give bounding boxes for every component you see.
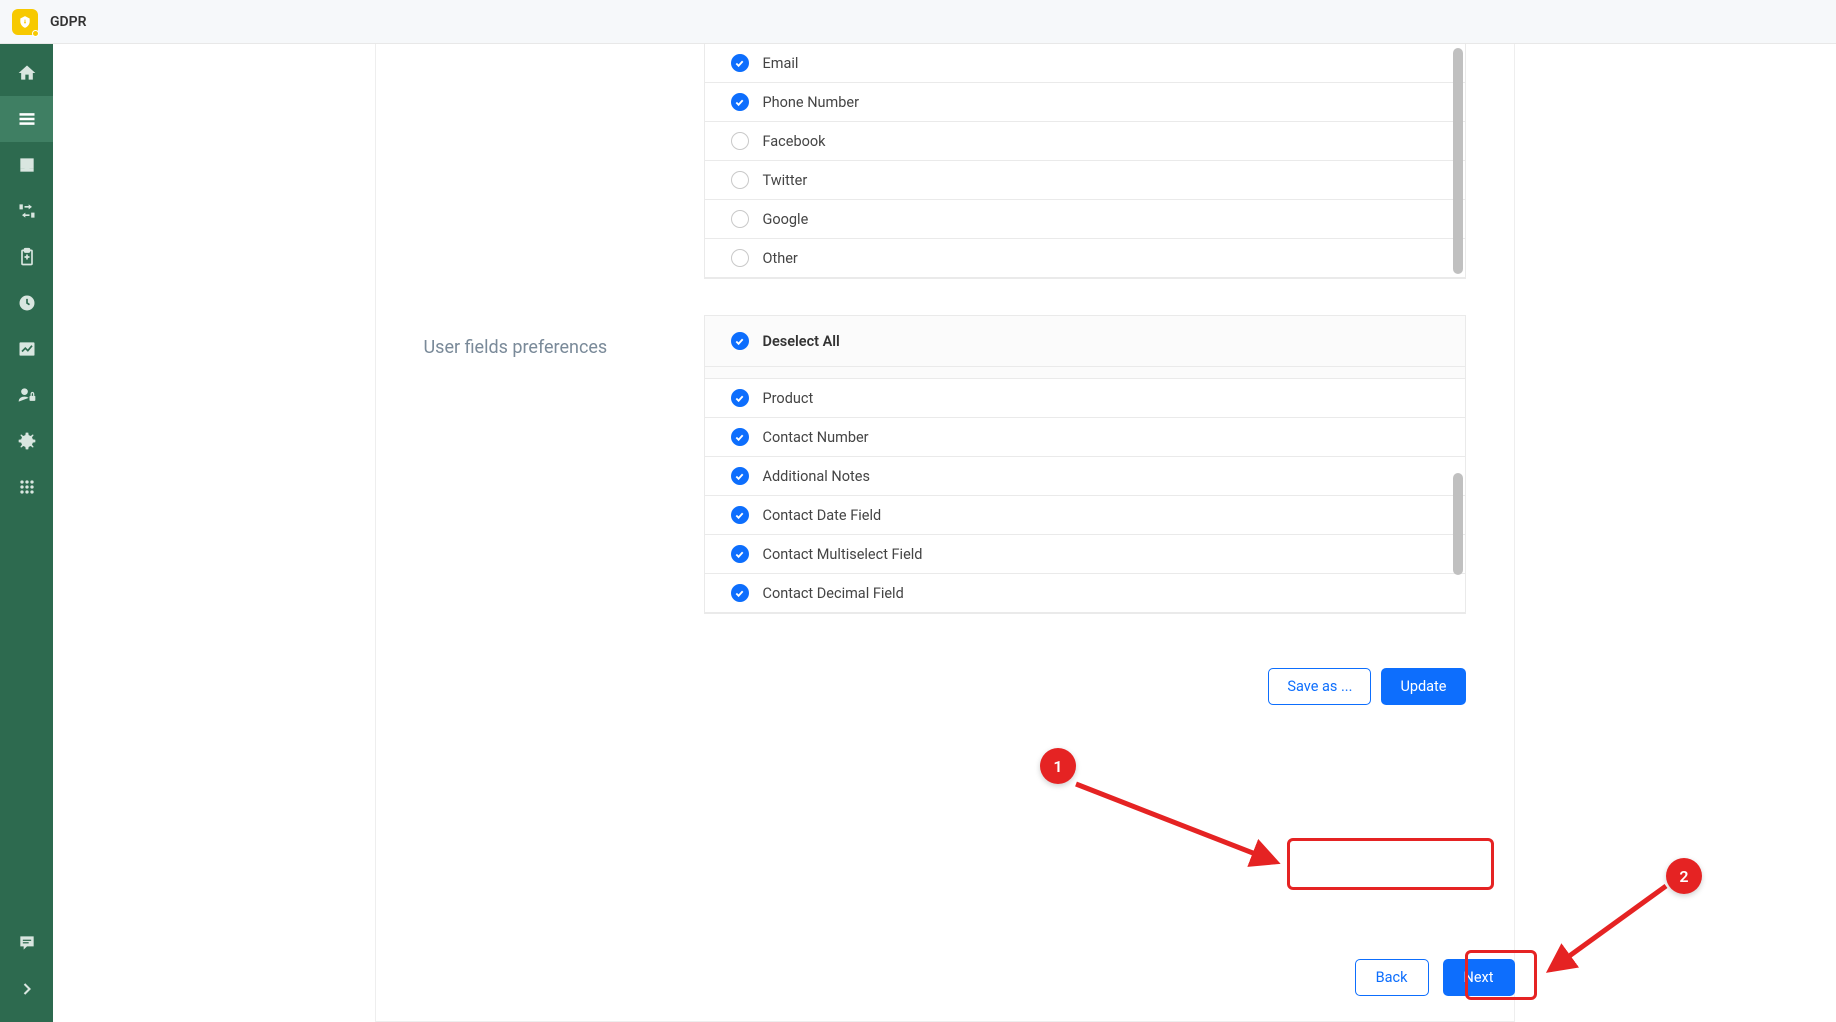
field-label: Facebook bbox=[763, 133, 826, 150]
sidebar-item-list[interactable] bbox=[0, 96, 53, 142]
back-button[interactable]: Back bbox=[1355, 959, 1429, 996]
app-title: GDPR bbox=[50, 14, 87, 30]
field-row[interactable]: Phone Number bbox=[705, 83, 1465, 122]
sidebar-item-transfer[interactable] bbox=[0, 188, 53, 234]
top-bar: GDPR bbox=[0, 0, 1836, 44]
checkbox-icon[interactable] bbox=[731, 545, 749, 563]
field-label: Phone Number bbox=[763, 94, 860, 111]
sidebar-item-settings[interactable] bbox=[0, 418, 53, 464]
field-row[interactable]: Additional Notes bbox=[705, 457, 1465, 496]
field-row[interactable]: Contact Number bbox=[705, 418, 1465, 457]
sidebar-item-clock[interactable] bbox=[0, 280, 53, 326]
footer-area: Back Next bbox=[53, 959, 1836, 996]
sidebar-item-inbox[interactable] bbox=[0, 142, 53, 188]
field-row[interactable]: Contact Date Field bbox=[705, 496, 1465, 535]
checkbox-icon[interactable] bbox=[731, 132, 749, 150]
next-button[interactable]: Next bbox=[1443, 959, 1515, 996]
save-as-button[interactable]: Save as ... bbox=[1268, 668, 1371, 705]
field-label: Other bbox=[763, 250, 798, 267]
checkbox-icon[interactable] bbox=[731, 171, 749, 189]
checkbox-icon[interactable] bbox=[731, 210, 749, 228]
checkbox-icon[interactable] bbox=[731, 584, 749, 602]
field-label: Additional Notes bbox=[763, 468, 870, 485]
scrollbar[interactable] bbox=[1453, 383, 1463, 609]
checkbox-icon[interactable] bbox=[731, 332, 749, 350]
sidebar-item-expand[interactable] bbox=[0, 966, 53, 1012]
contact-fields-panel: Email Phone Number Facebook Twitter bbox=[704, 44, 1466, 279]
deselect-all-row[interactable]: Deselect All bbox=[705, 316, 1465, 367]
sidebar-item-home[interactable] bbox=[0, 50, 53, 96]
annotation-badge-1: 1 bbox=[1040, 748, 1076, 784]
sidebar-item-feedback[interactable] bbox=[0, 920, 53, 966]
annotation-badge-2: 2 bbox=[1666, 858, 1702, 894]
form-card: Email Phone Number Facebook Twitter bbox=[375, 44, 1515, 1022]
field-label: Google bbox=[763, 211, 809, 228]
checkbox-icon[interactable] bbox=[731, 249, 749, 267]
field-label: Contact Date Field bbox=[763, 507, 882, 524]
field-label: Email bbox=[763, 55, 799, 72]
field-label: Contact Multiselect Field bbox=[763, 546, 923, 563]
field-row[interactable]: Other bbox=[705, 239, 1465, 278]
sidebar bbox=[0, 44, 53, 1022]
field-row[interactable]: Email bbox=[705, 44, 1465, 83]
sidebar-item-clipboard[interactable] bbox=[0, 234, 53, 280]
checkbox-icon[interactable] bbox=[731, 467, 749, 485]
field-label: Product bbox=[763, 390, 814, 407]
field-row[interactable]: Google bbox=[705, 200, 1465, 239]
checkbox-icon[interactable] bbox=[731, 54, 749, 72]
field-row[interactable]: Facebook bbox=[705, 122, 1465, 161]
checkbox-icon[interactable] bbox=[731, 93, 749, 111]
field-label: Contact Number bbox=[763, 429, 869, 446]
main-content: Email Phone Number Facebook Twitter bbox=[53, 44, 1836, 1022]
sidebar-item-user-lock[interactable] bbox=[0, 372, 53, 418]
checkbox-icon[interactable] bbox=[731, 506, 749, 524]
field-row[interactable]: Contact Multiselect Field bbox=[705, 535, 1465, 574]
field-label: Twitter bbox=[763, 172, 808, 189]
field-row[interactable]: Contact Decimal Field bbox=[705, 574, 1465, 613]
field-row[interactable]: Twitter bbox=[705, 161, 1465, 200]
field-label: Contact Decimal Field bbox=[763, 585, 904, 602]
section-label-user-fields: User fields preferences bbox=[424, 337, 608, 358]
sidebar-item-analytics[interactable] bbox=[0, 326, 53, 372]
sidebar-item-apps[interactable] bbox=[0, 464, 53, 510]
update-button[interactable]: Update bbox=[1381, 668, 1465, 705]
checkbox-icon[interactable] bbox=[731, 389, 749, 407]
checkbox-icon[interactable] bbox=[731, 428, 749, 446]
action-buttons: Save as ... Update bbox=[704, 668, 1466, 705]
deselect-all-label: Deselect All bbox=[763, 333, 840, 350]
app-logo-icon bbox=[12, 9, 38, 35]
scrollbar[interactable] bbox=[1453, 48, 1463, 274]
field-row[interactable]: Product bbox=[705, 379, 1465, 418]
section-label-empty bbox=[424, 44, 704, 84]
user-fields-panel: Deselect All Product Contact Number bbox=[704, 315, 1466, 614]
